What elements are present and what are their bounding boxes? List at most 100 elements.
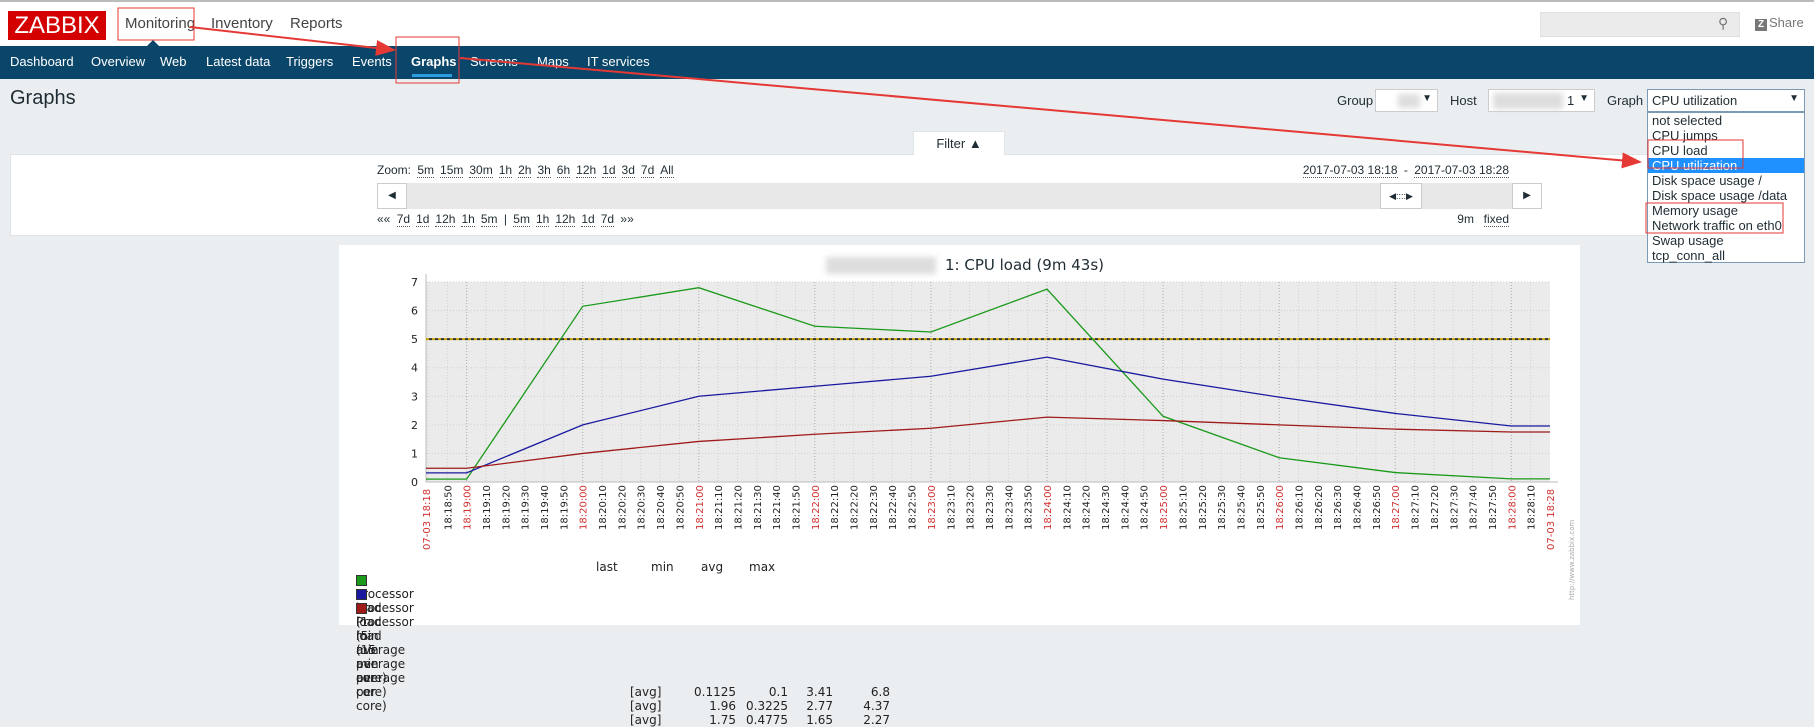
option-swap-usage[interactable]: Swap usage: [1648, 233, 1804, 248]
zoom-link-All[interactable]: All: [660, 163, 674, 178]
option-disk-data[interactable]: Disk space usage /data: [1648, 188, 1804, 203]
legend-last: 1.96: [709, 699, 736, 713]
nav-overview[interactable]: Overview: [91, 54, 145, 69]
option-disk-root[interactable]: Disk space usage /: [1648, 173, 1804, 188]
share-label: Share: [1769, 15, 1804, 30]
legend-header-max: max: [749, 560, 776, 574]
share-link[interactable]: Z Share: [1755, 15, 1804, 31]
option-cpu-jumps[interactable]: CPU jumps: [1648, 128, 1804, 143]
zoom-link-12h[interactable]: 12h: [576, 163, 597, 178]
zoom-row: Zoom: 5m 15m 30m 1h 2h 3h 6h 12h 1d 3d 7d All: [377, 163, 677, 178]
nav-events[interactable]: Events: [352, 54, 392, 69]
filter-toggle-tab[interactable]: Filter ▲: [913, 131, 1005, 155]
legend-func: [avg]: [630, 713, 662, 727]
legend-last: 1.75: [709, 713, 736, 727]
nav-dashboard[interactable]: Dashboard: [10, 54, 74, 69]
option-network-traffic[interactable]: Network traffic on eth0: [1648, 218, 1804, 233]
nav-graphs[interactable]: Graphs: [411, 54, 457, 69]
forward-end[interactable]: »»: [620, 212, 633, 226]
scroll-left-button[interactable]: ◀: [377, 183, 407, 209]
option-cpu-load[interactable]: CPU load: [1648, 143, 1804, 158]
menu-inventory[interactable]: Inventory: [211, 15, 273, 32]
fixed-toggle[interactable]: fixed: [1483, 212, 1509, 227]
chevron-down-icon: ▼: [1789, 93, 1799, 104]
graph-dropdown-list: not selected CPU jumps CPU load CPU util…: [1647, 112, 1805, 263]
graph-label: Graph: [1607, 93, 1644, 108]
zoom-link-1h[interactable]: 1h: [498, 163, 513, 178]
time-range: 2017-07-03 18:18 - 2017-07-03 18:28: [1120, 163, 1512, 178]
period: 9m: [1457, 212, 1474, 226]
fwd-link-5m[interactable]: 5m: [513, 212, 530, 227]
back-link-1d[interactable]: 1d: [416, 212, 430, 227]
separator: |: [503, 212, 507, 226]
menu-monitoring[interactable]: Monitoring: [125, 15, 195, 32]
zoom-link-1d[interactable]: 1d: [602, 163, 616, 178]
legend-max: 2.27: [863, 713, 890, 727]
fwd-link-7d[interactable]: 7d: [600, 212, 615, 227]
group-select[interactable]: ▼: [1375, 89, 1438, 112]
nav-active-indicator: [412, 74, 452, 77]
back-link-5m[interactable]: 5m: [480, 212, 498, 227]
legend-header-last: last: [596, 560, 618, 574]
back-link-12h[interactable]: 12h: [435, 212, 456, 227]
legend-func: [avg]: [630, 685, 662, 699]
back-link-1h[interactable]: 1h: [461, 212, 475, 227]
legend-avg: 1.65: [806, 713, 833, 727]
zoom-link-15m[interactable]: 15m: [440, 163, 464, 178]
back-start[interactable]: ««: [377, 212, 390, 226]
zoom-link-3d[interactable]: 3d: [621, 163, 635, 178]
nav-maps[interactable]: Maps: [537, 54, 569, 69]
option-memory-usage[interactable]: Memory usage: [1648, 203, 1804, 218]
fwd-link-1d[interactable]: 1d: [581, 212, 595, 227]
legend-swatch: [356, 589, 367, 600]
watermark: http://www.zabbix.com: [1568, 519, 1576, 600]
group-label: Group: [1337, 93, 1374, 108]
zabbix-logo[interactable]: ZABBIX: [8, 11, 106, 40]
graph-select-value: CPU utilization: [1652, 93, 1738, 108]
zoom-link-3h[interactable]: 3h: [537, 163, 551, 178]
fwd-link-12h[interactable]: 12h: [555, 212, 576, 227]
option-cpu-utilization[interactable]: CPU utilization: [1648, 158, 1804, 173]
fwd-link-1h[interactable]: 1h: [535, 212, 550, 227]
zoom-link-30m[interactable]: 30m: [469, 163, 493, 178]
chevron-down-icon: ▼: [1579, 93, 1589, 104]
zoom-link-6h[interactable]: 6h: [556, 163, 571, 178]
legend-avg: 2.77: [806, 699, 833, 713]
legend-header-min: min: [651, 560, 674, 574]
menu-reports[interactable]: Reports: [290, 15, 343, 32]
search-icon[interactable]: ⚲: [1718, 15, 1728, 32]
page-title: Graphs: [10, 87, 76, 109]
timeline-scrollbar[interactable]: [377, 183, 1512, 209]
nav-web[interactable]: Web: [160, 54, 187, 69]
scroll-right-button[interactable]: ▶: [1512, 183, 1542, 209]
range-from[interactable]: 2017-07-03 18:18: [1302, 163, 1398, 178]
host-select[interactable]: 1 ▼: [1488, 89, 1595, 112]
zabbix-share-icon: Z: [1755, 19, 1767, 31]
legend-avg: 3.41: [806, 685, 833, 699]
scroll-handle[interactable]: ◀::::▶: [1380, 183, 1422, 209]
legend-swatch: [356, 575, 367, 586]
zoom-link-5m[interactable]: 5m: [417, 163, 435, 178]
option-tcp-conn-all[interactable]: tcp_conn_all: [1648, 248, 1804, 263]
graph-container: [339, 245, 1580, 625]
legend-max: 4.37: [863, 699, 890, 713]
zoom-link-2h[interactable]: 2h: [518, 163, 532, 178]
nav-latest-data[interactable]: Latest data: [206, 54, 270, 69]
zoom-link-7d[interactable]: 7d: [640, 163, 655, 178]
graph-title: 1: CPU load (9m 43s): [339, 256, 1580, 274]
arrow-right-icon: ▶: [1523, 190, 1531, 201]
option-not-selected[interactable]: not selected: [1648, 113, 1804, 128]
navigate-row: «« 7d 1d 12h 1h 5m | 5m 1h 12h 1d 7d »»: [377, 212, 634, 227]
nav-it-services[interactable]: IT services: [587, 54, 650, 69]
search-input[interactable]: [1540, 12, 1740, 37]
legend-max: 6.8: [870, 685, 890, 699]
nav-screens[interactable]: Screens: [470, 54, 518, 69]
host-value: 1: [1567, 93, 1575, 108]
zoom-label: Zoom:: [377, 163, 412, 177]
back-link-7d[interactable]: 7d: [396, 212, 411, 227]
graph-select[interactable]: CPU utilization ▼: [1647, 89, 1805, 112]
nav-triggers[interactable]: Triggers: [286, 54, 333, 69]
host-label: Host: [1450, 93, 1477, 108]
range-to[interactable]: 2017-07-03 18:28: [1414, 163, 1509, 178]
legend-swatch: [356, 603, 367, 614]
